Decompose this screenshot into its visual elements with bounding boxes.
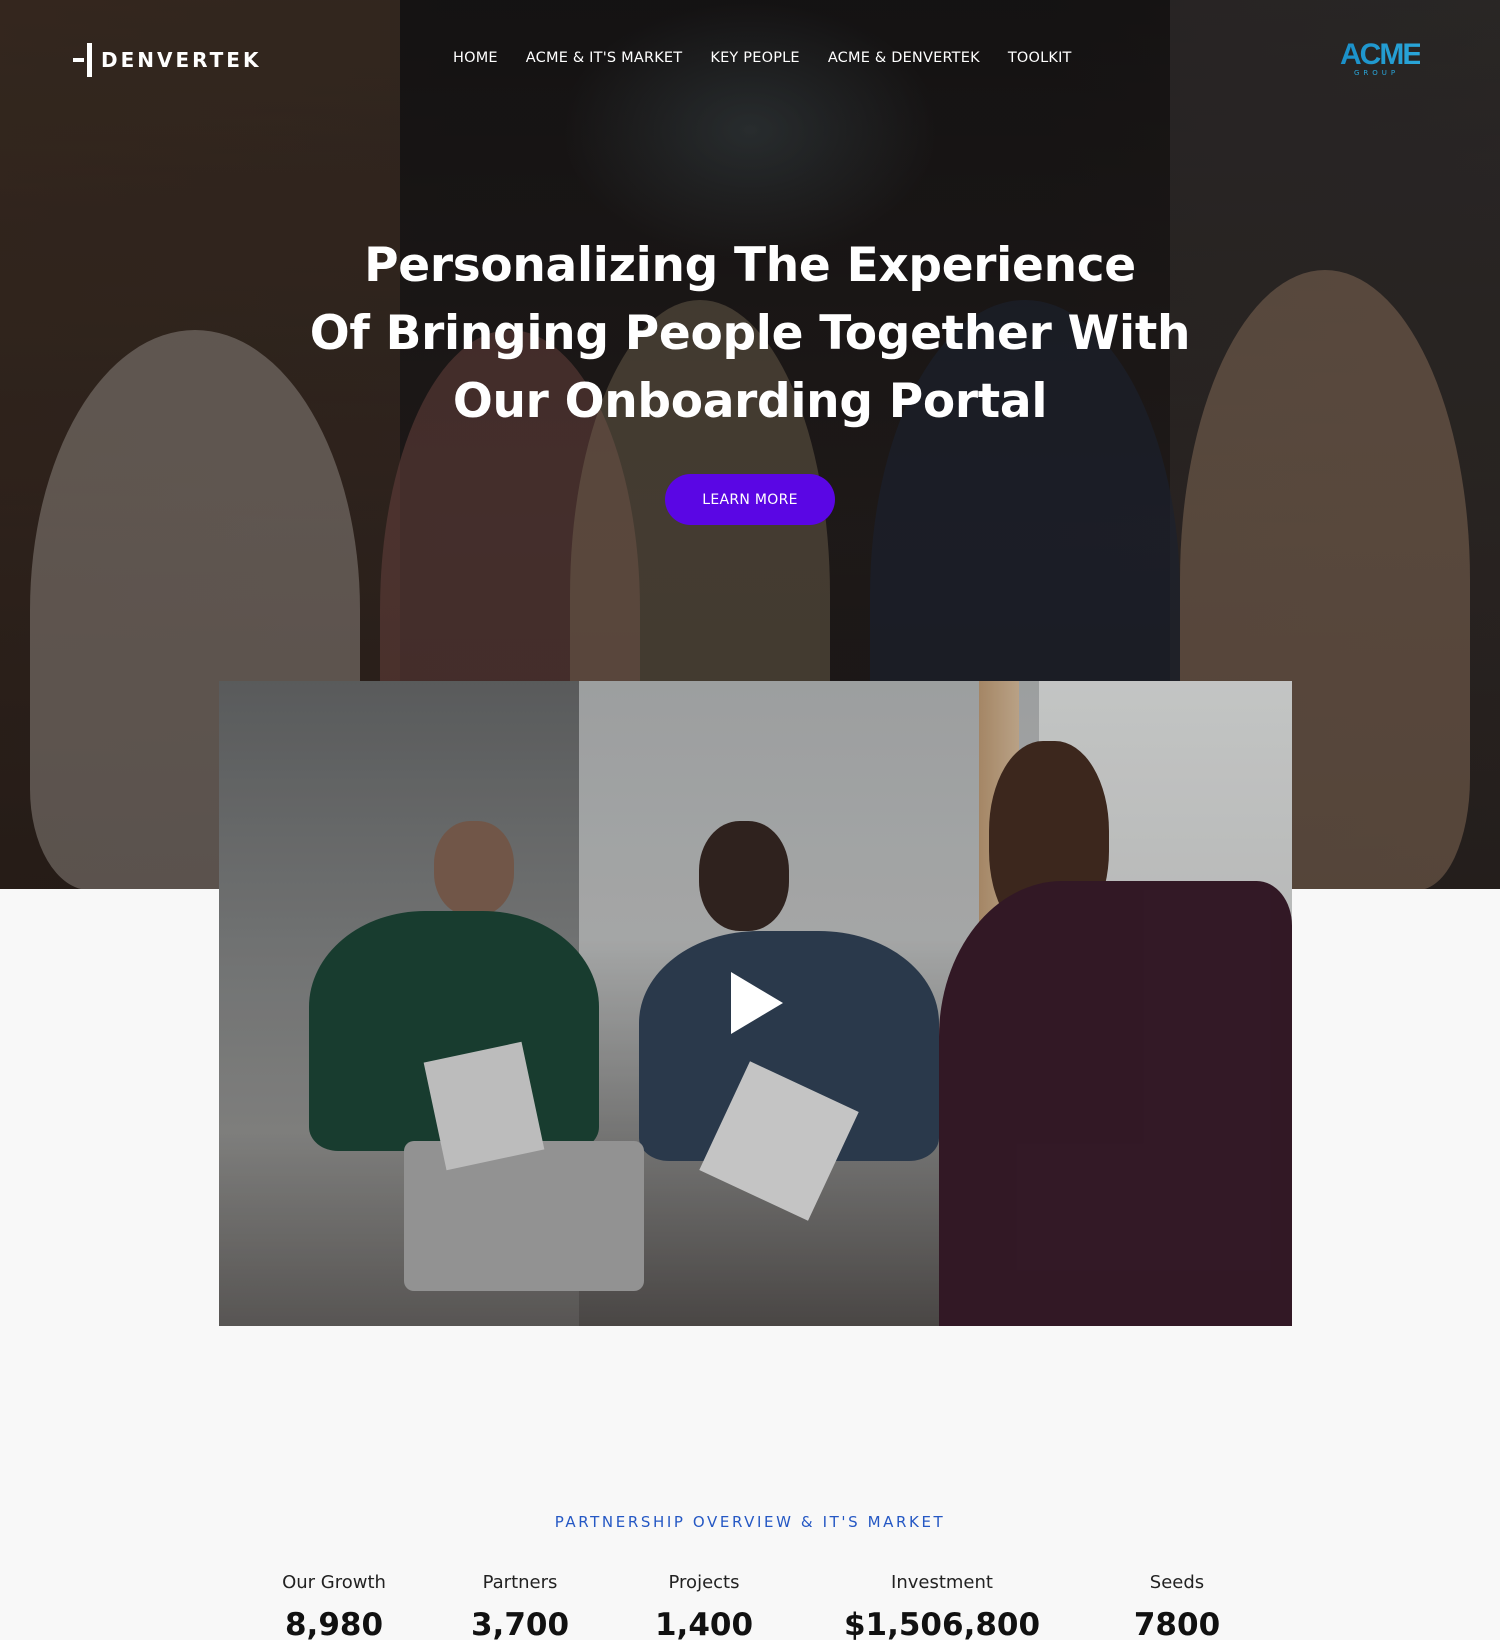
logo-text: DENVERTEK [101,48,262,72]
stat-label: Seeds [1149,1572,1205,1593]
section-label: PARTNERSHIP OVERVIEW & IT'S MARKET [554,1513,946,1531]
stat-seeds: Seeds 7800 [1057,1572,1297,1640]
acme-logo-word: ACME [1340,38,1422,71]
stat-value: 1,400 [654,1607,754,1640]
hero-title-line: Personalizing The Experience [364,238,1136,293]
acme-group-logo[interactable]: ACME GROUP [1340,40,1422,78]
denvertek-logo-icon [73,43,95,77]
stat-value: 7800 [1133,1607,1221,1640]
stat-value: $1,506,800 [843,1607,1041,1640]
acme-logo-sub: GROUP [1354,69,1400,77]
denvertek-logo[interactable]: DENVERTEK [73,43,261,77]
nav-item-acme-market[interactable]: ACME & IT'S MARKET [526,50,683,66]
learn-more-button[interactable]: LEARN MORE [665,474,835,525]
nav-item-key-people[interactable]: KEY PEOPLE [710,50,799,66]
stat-projects: Projects 1,400 [584,1572,824,1640]
play-icon[interactable] [731,972,783,1034]
stat-label: Projects [668,1572,740,1593]
hero-title: Personalizing The Experience Of Bringing… [250,232,1250,436]
stat-investment: Investment $1,506,800 [822,1572,1062,1640]
nav-item-home[interactable]: HOME [453,50,498,66]
hero-title-line: Of Bringing People Together With [309,306,1191,361]
nav-item-toolkit[interactable]: TOOLKIT [1008,50,1072,66]
main-nav: HOME ACME & IT'S MARKET KEY PEOPLE ACME … [453,50,1072,66]
stat-label: Investment [891,1572,993,1593]
hero-title-line: Our Onboarding Portal [452,374,1048,429]
nav-item-acme-denvertek[interactable]: ACME & DENVERTEK [828,50,980,66]
